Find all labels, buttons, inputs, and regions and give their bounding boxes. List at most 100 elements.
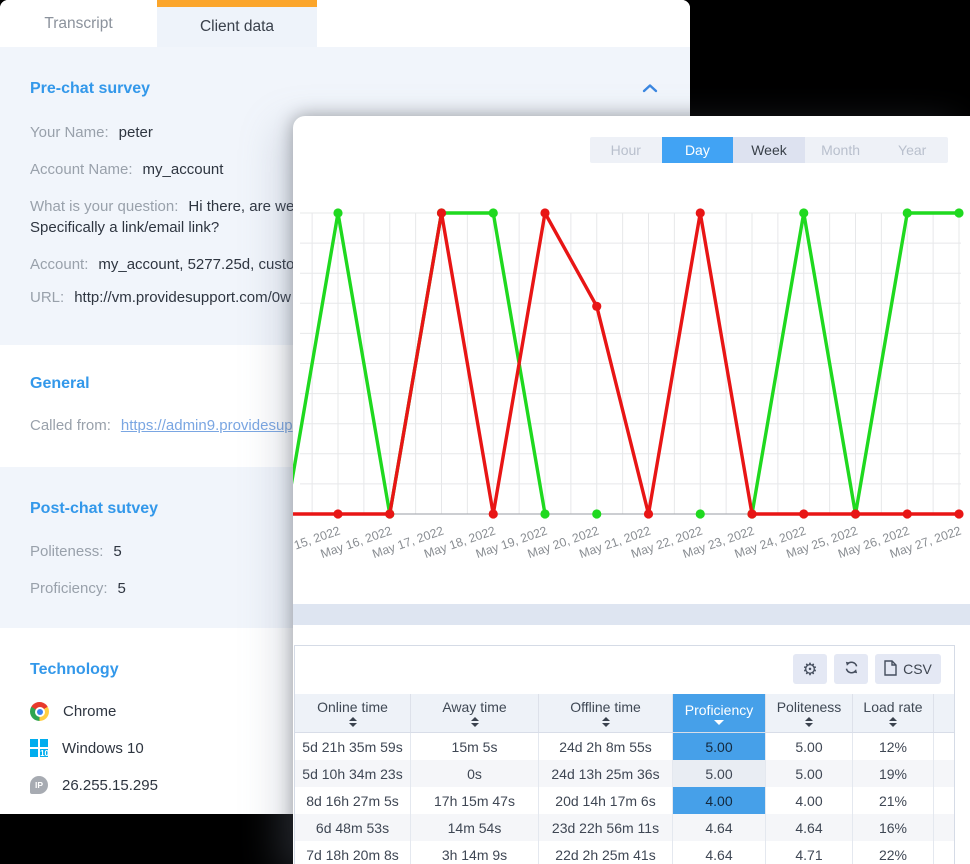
period-tabs: Hour Day Week Month Year [590, 137, 948, 163]
tech-ip-row: IP 26.255.15.295 [30, 776, 158, 794]
field-label: Account: [30, 256, 88, 273]
refresh-icon [843, 659, 860, 679]
field-politeness: Politeness:5 [30, 543, 122, 560]
sort-icon [602, 717, 610, 727]
table-row[interactable]: 7d 18h 20m 8s 3h 14m 9s 22d 2h 25m 41s 4… [295, 841, 954, 864]
field-label: URL: [30, 289, 64, 306]
cell: 22% [853, 841, 934, 864]
cell: 24d 13h 25m 36s [539, 760, 673, 787]
column-header-politeness[interactable]: Politeness [766, 694, 853, 732]
statistics-overlay-panel: Hour Day Week Month Year May 15, 2022May… [293, 116, 970, 864]
field-label: What is your question: [30, 198, 178, 215]
browser-label: Chrome [63, 703, 116, 720]
sort-desc-icon [714, 720, 724, 725]
cell: 19% [853, 760, 934, 787]
cell: 16% [853, 814, 934, 841]
cell: 24d 2h 8m 55s [539, 733, 673, 760]
column-header-offline-time[interactable]: Offline time [539, 694, 673, 732]
field-proficiency: Proficiency: 5 [30, 580, 126, 597]
cell: 7d 18h 20m 8s [295, 841, 411, 864]
cell-gutter [934, 787, 954, 814]
chrome-icon [30, 702, 49, 721]
sort-icon [349, 717, 357, 727]
sort-icon [889, 717, 897, 727]
period-tab-day[interactable]: Day [662, 137, 734, 163]
cell-proficiency: 5.00 [673, 760, 766, 787]
cell: 21% [853, 787, 934, 814]
cell: 17h 15m 47s [411, 787, 539, 814]
tab-client-data[interactable]: Client data [157, 0, 317, 47]
chevron-up-icon [642, 81, 658, 98]
statistics-table-card: ⚙ CSV [294, 645, 955, 864]
cell-proficiency: 5.00 [673, 733, 766, 760]
table-row[interactable]: 5d 21h 35m 59s 15m 5s 24d 2h 8m 55s 5.00… [295, 733, 954, 760]
field-question-line1: What is your question:Hi there, are we [30, 198, 294, 215]
cell-gutter [934, 733, 954, 760]
cell: 4.64 [766, 814, 853, 841]
csv-label: CSV [903, 661, 932, 677]
settings-button[interactable]: ⚙ [793, 654, 827, 684]
field-called-from: Called from:https://admin9.providesup [30, 417, 293, 434]
column-label: Away time [442, 699, 506, 715]
column-header-proficiency[interactable]: Proficiency [673, 694, 766, 732]
technology-title: Technology [30, 661, 119, 679]
table-row[interactable]: 5d 10h 34m 23s 0s 24d 13h 25m 36s 5.00 5… [295, 760, 954, 787]
cell: 5.00 [766, 760, 853, 787]
cell: 20d 14h 17m 6s [539, 787, 673, 814]
cell-gutter [934, 814, 954, 841]
field-value: peter [119, 124, 153, 141]
cell: 14m 54s [411, 814, 539, 841]
period-tab-hour[interactable]: Hour [590, 137, 662, 163]
refresh-button[interactable] [834, 654, 868, 684]
cell: 8d 16h 27m 5s [295, 787, 411, 814]
cell: 3h 14m 9s [411, 841, 539, 864]
ip-address: 26.255.15.295 [62, 777, 158, 794]
table-row[interactable]: 6d 48m 53s 14m 54s 23d 22h 56m 11s 4.64 … [295, 814, 954, 841]
period-tab-month[interactable]: Month [805, 137, 877, 163]
cell: 4.00 [766, 787, 853, 814]
field-label: Account Name: [30, 161, 133, 178]
field-account: Account: my_account, 5277.25d, custor [30, 256, 299, 273]
table-body: 5d 21h 35m 59s 15m 5s 24d 2h 8m 55s 5.00… [295, 733, 954, 864]
panel-divider [293, 604, 970, 625]
export-csv-button[interactable]: CSV [875, 654, 941, 684]
field-value: my_account, 5277.25d, custor [98, 256, 299, 273]
cell: 22d 2h 25m 41s [539, 841, 673, 864]
called-from-link[interactable]: https://admin9.providesup [121, 417, 293, 434]
post-chat-survey-title: Post-chat sutvey [30, 500, 158, 518]
cell: 4.71 [766, 841, 853, 864]
cell: 5d 10h 34m 23s [295, 760, 411, 787]
cell-gutter [934, 841, 954, 864]
cell-proficiency: 4.64 [673, 814, 766, 841]
tab-transcript[interactable]: Transcript [0, 0, 157, 47]
cell: 0s [411, 760, 539, 787]
collapse-section-button[interactable] [642, 81, 662, 95]
column-header-away-time[interactable]: Away time [411, 694, 539, 732]
period-tab-week[interactable]: Week [733, 137, 805, 163]
panel-tabbar: Transcript Client data [0, 0, 690, 47]
field-label: Proficiency: [30, 580, 108, 597]
cell: 6d 48m 53s [295, 814, 411, 841]
column-header-load-rate[interactable]: Load rate [853, 694, 934, 732]
tech-os-row: 10 Windows 10 [30, 739, 144, 757]
column-label: Politeness [777, 699, 842, 715]
table-row[interactable]: 8d 16h 27m 5s 17h 15m 47s 20d 14h 17m 6s… [295, 787, 954, 814]
column-header-online-time[interactable]: Online time [295, 694, 411, 732]
cell: 23d 22h 56m 11s [539, 814, 673, 841]
ip-icon: IP [30, 776, 48, 794]
gear-icon: ⚙ [802, 661, 817, 678]
cell-proficiency: 4.64 [673, 841, 766, 864]
period-tab-year[interactable]: Year [876, 137, 948, 163]
os-label: Windows 10 [62, 740, 144, 757]
field-value: Specifically a link/email link? [30, 219, 219, 236]
table-toolbar: ⚙ CSV [793, 654, 941, 684]
tech-browser-row: Chrome [30, 702, 116, 721]
windows-icon: 10 [30, 739, 48, 757]
cell: 15m 5s [411, 733, 539, 760]
field-value: http://vm.providesupport.com/0w [74, 289, 291, 306]
field-your-name: Your Name:peter [30, 124, 153, 141]
cell: 12% [853, 733, 934, 760]
field-value: 5 [118, 580, 126, 597]
general-title: General [30, 375, 90, 393]
cell: 5.00 [766, 733, 853, 760]
